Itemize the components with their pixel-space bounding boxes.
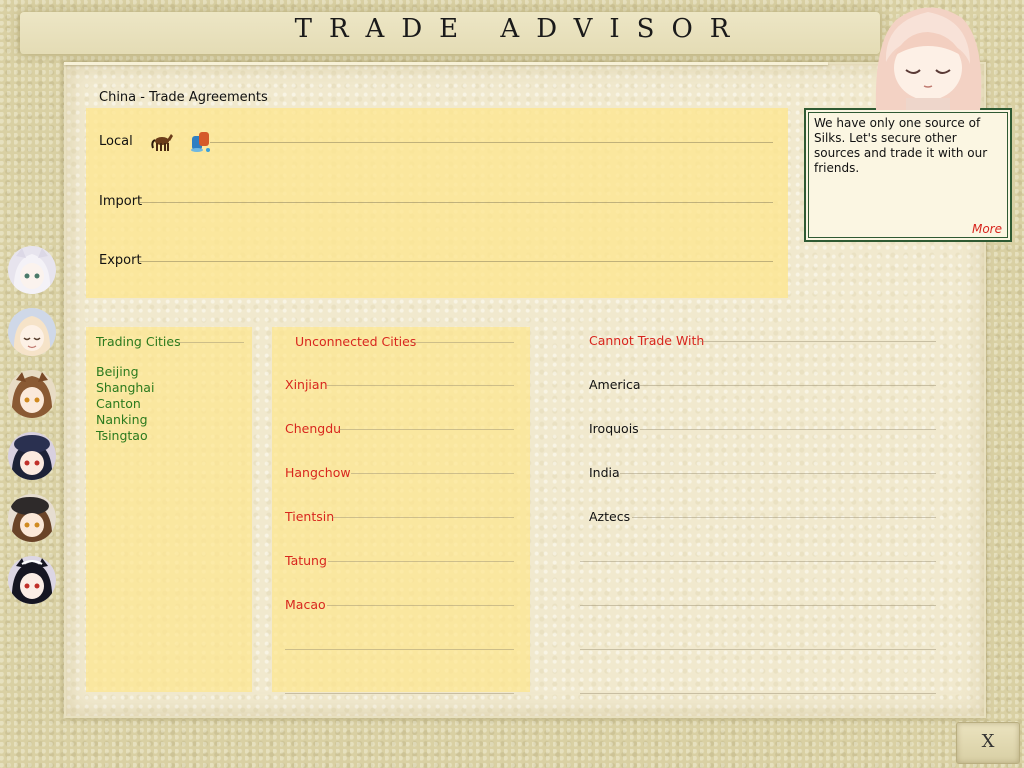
trading-city-tsingtao[interactable]: Tsingtao [96, 428, 148, 443]
advisor-message: We have only one source of Silks. Let's … [814, 116, 988, 175]
cannot-trade-header-line [700, 341, 936, 342]
cannot-trade-india[interactable]: India [589, 465, 620, 480]
maid-advisor-portrait[interactable] [8, 556, 56, 604]
panel-top-edge [64, 62, 828, 65]
unconnected-line-3 [351, 473, 514, 474]
export-row-label: Export [99, 253, 142, 268]
silks-icon[interactable] [188, 128, 214, 154]
cannot-trade-line-3 [620, 473, 936, 474]
unconnected-line-2 [339, 429, 514, 430]
trading-city-canton[interactable]: Canton [96, 396, 141, 411]
dark-hat-advisor-portrait[interactable] [8, 432, 56, 480]
local-row-line [210, 142, 773, 143]
unconnected-city-xinjian[interactable]: Xinjian [285, 377, 328, 392]
unconnected-line-6 [327, 605, 514, 606]
export-row-line [138, 261, 773, 262]
cannot-trade-aztecs[interactable]: Aztecs [589, 509, 630, 524]
unconnected-line-1 [326, 385, 514, 386]
cannot-trade-line-7 [580, 649, 936, 650]
trading-city-shanghai[interactable]: Shanghai [96, 380, 154, 395]
local-row-label: Local [99, 134, 133, 149]
unconnected-city-hangchow[interactable]: Hangchow [285, 465, 351, 480]
blonde-advisor-portrait[interactable] [8, 308, 56, 356]
unconnected-city-tientsin[interactable]: Tientsin [285, 509, 334, 524]
brown-cap-advisor-portrait[interactable] [8, 494, 56, 542]
unconnected-line-8 [285, 693, 514, 694]
trading-header-line [178, 342, 244, 343]
trading-city-nanking[interactable]: Nanking [96, 412, 148, 427]
unconnected-city-chengdu[interactable]: Chengdu [285, 421, 341, 436]
brown-haired-advisor-portrait[interactable] [8, 370, 56, 418]
trading-cities-header: Trading Cities [96, 334, 181, 349]
exit-icon: X [981, 731, 995, 752]
more-link[interactable]: More [972, 222, 1002, 236]
cannot-trade-line-6 [580, 605, 936, 606]
trade-advisor-portrait [875, 7, 982, 110]
unconnected-city-macao[interactable]: Macao [285, 597, 326, 612]
unconnected-line-4 [332, 517, 514, 518]
exit-button[interactable]: X [956, 722, 1020, 764]
advisor-message-box: We have only one source of Silks. Let's … [804, 108, 1012, 242]
cannot-trade-line-5 [580, 561, 936, 562]
horses-icon[interactable] [150, 128, 176, 154]
trading-city-beijing[interactable]: Beijing [96, 364, 139, 379]
import-row-line [140, 202, 773, 203]
cannot-trade-america[interactable]: America [589, 377, 641, 392]
unconnected-cities-header: Unconnected Cities [295, 334, 417, 349]
unconnected-header-line [412, 342, 514, 343]
white-haired-advisor-portrait[interactable] [8, 246, 56, 294]
unconnected-city-tatung[interactable]: Tatung [285, 553, 327, 568]
cannot-trade-line-1 [640, 385, 936, 386]
trade-agreements-title: China - Trade Agreements [99, 90, 268, 105]
unconnected-line-5 [328, 561, 514, 562]
cannot-trade-header: Cannot Trade With [589, 333, 705, 348]
cannot-trade-line-8 [580, 693, 936, 694]
cannot-trade-line-4 [632, 517, 936, 518]
import-row-label: Import [99, 194, 143, 209]
unconnected-line-7 [285, 649, 514, 650]
cannot-trade-iroquois[interactable]: Iroquois [589, 421, 639, 436]
cannot-trade-line-2 [640, 429, 936, 430]
